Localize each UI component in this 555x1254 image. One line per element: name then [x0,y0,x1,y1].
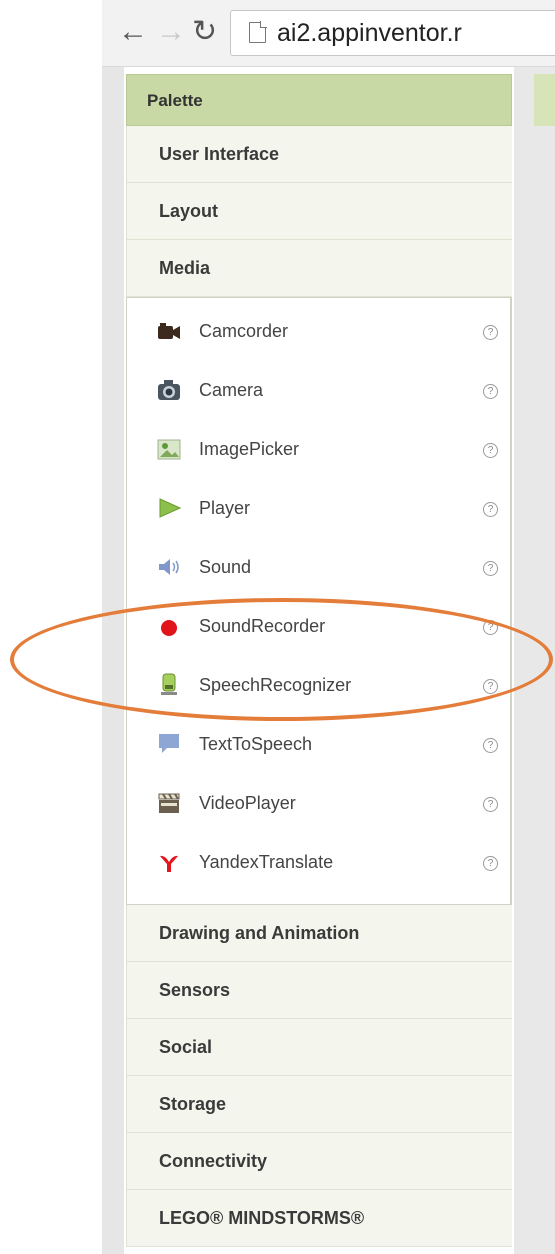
help-icon[interactable]: ? [483,620,498,635]
category-connectivity[interactable]: Connectivity [126,1133,512,1190]
page-margin [102,67,124,1254]
component-label: Camera [199,380,264,400]
category-media[interactable]: Media [126,240,512,297]
component-label: SoundRecorder [199,616,326,636]
category-user-interface[interactable]: User Interface [126,126,512,183]
sound-icon [159,559,179,575]
help-icon[interactable]: ? [483,502,498,517]
component-player[interactable]: Player ? [127,479,510,538]
help-icon[interactable]: ? [483,561,498,576]
viewer-header [534,74,555,126]
component-soundrecorder[interactable]: SoundRecorder ? [127,597,510,656]
media-component-list: Camcorder ? Camera ? ImagePicker ? Playe… [126,297,512,905]
component-label: VideoPlayer [199,793,296,813]
url-text[interactable]: ai2.appinventor.r [277,19,462,48]
component-texttospeech[interactable]: TextToSpeech ? [127,715,510,774]
yandex-icon [160,855,178,872]
help-icon[interactable]: ? [483,443,498,458]
player-icon [159,498,181,518]
camcorder-icon [158,323,180,339]
clapperboard-icon [158,793,180,813]
address-bar[interactable]: ai2.appinventor.r [230,10,555,56]
record-icon [161,620,177,636]
component-sound[interactable]: Sound ? [127,538,510,597]
component-label: YandexTranslate [199,852,334,872]
speech-bubble-icon [159,734,179,753]
component-label: Sound [199,557,252,577]
help-icon[interactable]: ? [483,738,498,753]
component-camcorder[interactable]: Camcorder ? [127,302,510,361]
image-picker-icon [157,439,181,460]
forward-arrow-icon[interactable]: → [156,12,186,52]
component-camera[interactable]: Camera ? [127,361,510,420]
back-arrow-icon[interactable]: ← [118,12,148,52]
viewer-area [514,67,555,1254]
category-sensors[interactable]: Sensors [126,962,512,1019]
component-label: Camcorder [199,321,289,341]
help-icon[interactable]: ? [483,797,498,812]
microphone-icon [161,673,177,695]
reload-icon[interactable]: ↻ [192,12,217,52]
palette-title: Palette [126,74,512,126]
component-label: Player [199,498,251,518]
component-speechrecognizer[interactable]: SpeechRecognizer ? [127,656,510,715]
help-icon[interactable]: ? [483,325,498,340]
category-layout[interactable]: Layout [126,183,512,240]
category-drawing-animation[interactable]: Drawing and Animation [126,905,512,962]
help-icon[interactable]: ? [483,384,498,399]
help-icon[interactable]: ? [483,856,498,871]
camera-icon [158,380,180,400]
component-label: ImagePicker [199,439,300,459]
palette-panel: Palette User Interface Layout Media Camc… [126,74,512,1247]
help-icon[interactable]: ? [483,679,498,694]
component-yandextranslate[interactable]: YandexTranslate ? [127,833,510,892]
component-imagepicker[interactable]: ImagePicker ? [127,420,510,479]
category-social[interactable]: Social [126,1019,512,1076]
category-storage[interactable]: Storage [126,1076,512,1133]
category-lego-mindstorms[interactable]: LEGO® MINDSTORMS® [126,1190,512,1247]
component-label: SpeechRecognizer [199,675,352,695]
browser-toolbar: ← → ↻ ai2.appinventor.r [102,0,555,67]
component-videoplayer[interactable]: VideoPlayer ? [127,774,510,833]
page-icon [249,21,267,43]
component-label: TextToSpeech [199,734,313,754]
